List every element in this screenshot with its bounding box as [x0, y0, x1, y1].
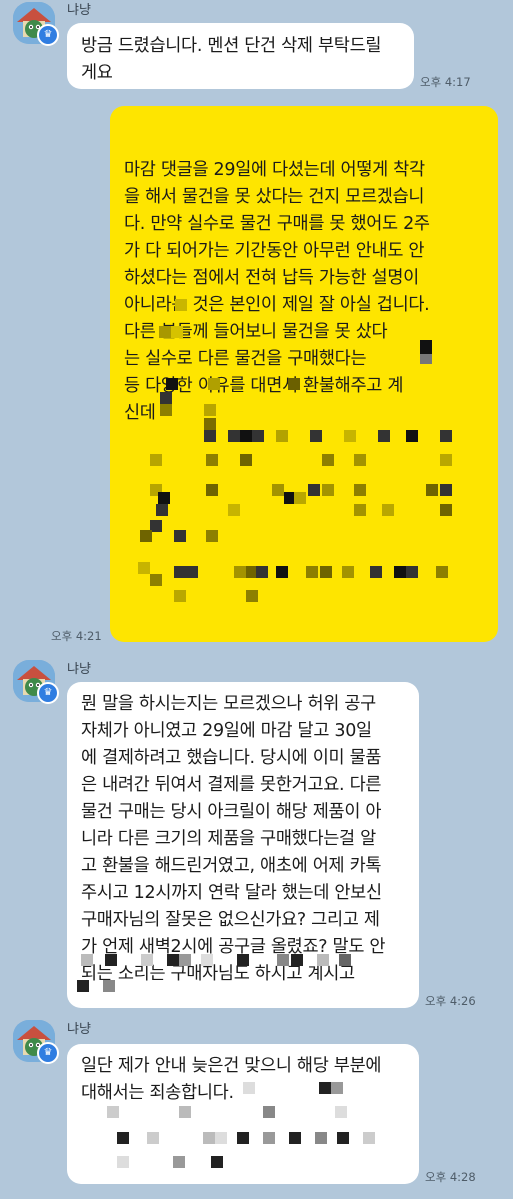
crown-icon: ♛ [37, 1042, 59, 1064]
message-bubble[interactable]: 방금 드렸습니다. 멘션 단건 삭제 부탁드릴 게요 [67, 23, 414, 89]
sender-name: 냐냥 [67, 3, 91, 18]
my-message-bubble[interactable]: 마감 댓글을 29일에 다셨는데 어떻게 착각 을 해서 물건을 못 샀다는 건… [110, 106, 498, 642]
sender-name: 냐냥 [67, 662, 91, 677]
redaction-mosaic [110, 106, 498, 642]
sender-name: 냐냥 [67, 1022, 91, 1037]
crown-icon: ♛ [37, 24, 59, 46]
message-time: 오후 4:28 [425, 1170, 476, 1184]
message-time: 오후 4:17 [420, 75, 471, 89]
message-line: 게요 [81, 63, 113, 83]
redaction-mosaic [67, 1044, 419, 1184]
message-line: 방금 드렸습니다. 멘션 단건 삭제 부탁드릴 [81, 36, 382, 56]
message-bubble[interactable]: 일단 제가 안내 늦은건 맞으니 해당 부분에 대해서는 죄송합니다. [67, 1044, 419, 1184]
message-bubble[interactable]: 뭔 말을 하시는지는 모르겠으나 허위 공구 자체가 아니였고 29일에 마감 … [67, 682, 419, 1008]
redaction-mosaic [67, 682, 419, 1008]
message-time: 오후 4:26 [425, 994, 476, 1008]
message-time: 오후 4:21 [51, 629, 102, 643]
crown-icon: ♛ [37, 682, 59, 704]
